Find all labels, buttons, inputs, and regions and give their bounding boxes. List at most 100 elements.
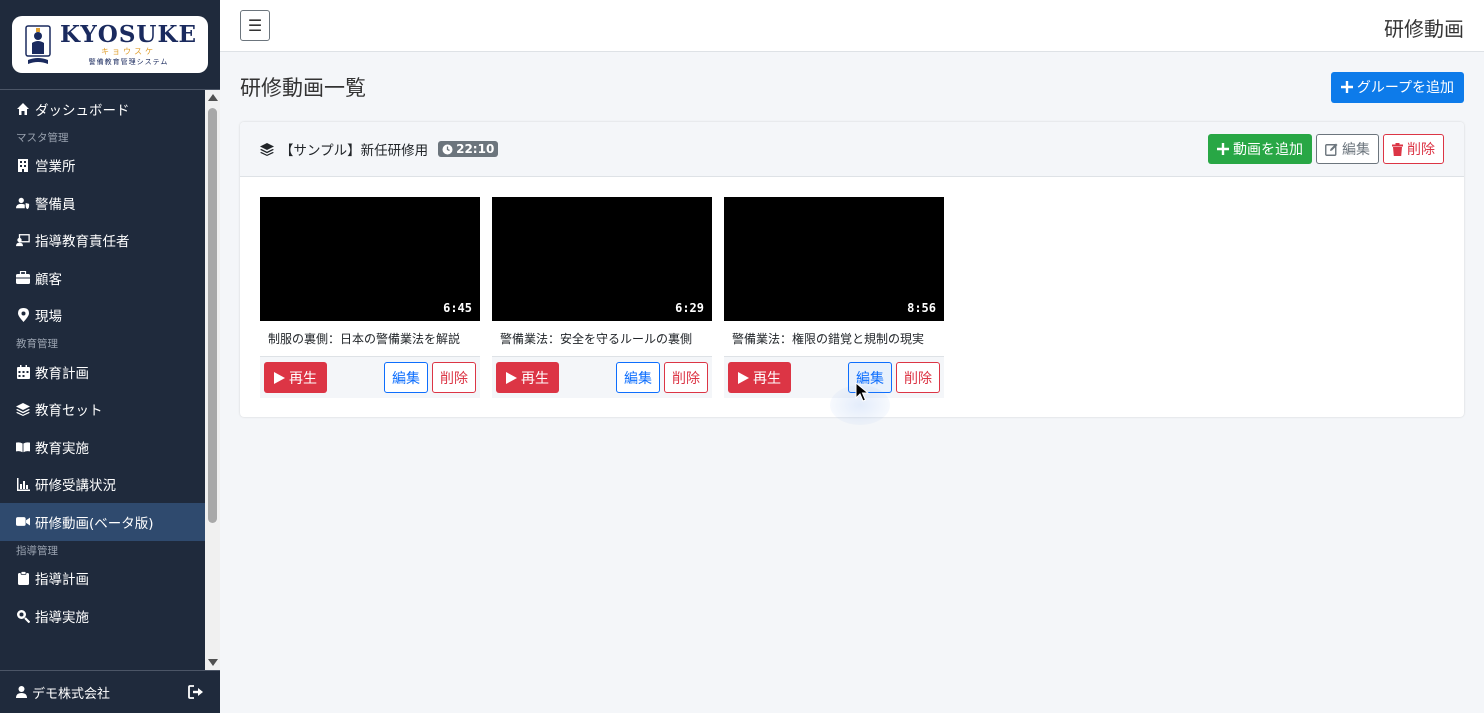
video-card: 6:29 警備業法：安全を守るルールの裏側 再生 編集 削除 — [492, 197, 712, 398]
sidebar-item-label: 教育セット — [35, 403, 103, 420]
edit-group-label: 編集 — [1342, 142, 1370, 158]
sidebar-item-sites[interactable]: 現場 — [0, 297, 205, 335]
brand-tagline: 警備教育管理システム — [88, 57, 169, 66]
mouse-cursor-icon — [855, 381, 871, 406]
section-guidance: 指導管理 — [16, 544, 58, 557]
scroll-thumb[interactable] — [208, 108, 217, 523]
sidebar-item-label: 営業所 — [35, 159, 76, 176]
sidebar-item-guards[interactable]: 警備員 — [0, 184, 205, 222]
video-list: 6:45 制服の裏側：日本の警備業法を解説 再生 編集 削除 6:29 警備業法… — [240, 177, 1464, 417]
delete-video-button[interactable]: 削除 — [896, 362, 940, 393]
main-content: 研修動画一覧 グループを追加 【サンプル】新任研修用 22:10 動画を追加 編… — [240, 52, 1464, 417]
plus-icon — [1217, 143, 1229, 155]
delete-group-button[interactable]: 削除 — [1383, 134, 1444, 164]
sidebar-item-edu-plan[interactable]: 教育計画 — [0, 353, 205, 391]
section-education: 教育管理 — [16, 338, 58, 350]
sidebar-item-guidance-plan[interactable]: 指導計画 — [0, 560, 205, 598]
play-button[interactable]: 再生 — [264, 362, 327, 393]
video-title: 警備業法：権限の錯覚と規制の現実 — [724, 321, 944, 357]
sidebar-item-dashboard[interactable]: ダッシュボード — [0, 90, 205, 128]
briefcase-icon — [16, 271, 30, 285]
play-button[interactable]: 再生 — [728, 362, 791, 393]
user-icon — [16, 686, 27, 698]
delete-video-button[interactable]: 削除 — [432, 362, 476, 393]
book-open-icon — [16, 440, 30, 454]
video-title: 制服の裏側：日本の警備業法を解説 — [260, 321, 480, 357]
sidebar: KYOSUKE キョウスケ 警備教育管理システム ダッシュボード マスタ管理 営… — [0, 0, 220, 713]
sidebar-item-guidance-exec[interactable]: 指導実施 — [0, 597, 205, 635]
page-title: 研修動画一覧 — [240, 76, 366, 100]
sidebar-item-edu-set[interactable]: 教育セット — [0, 391, 205, 429]
play-button[interactable]: 再生 — [496, 362, 559, 393]
video-card: 6:45 制服の裏側：日本の警備業法を解説 再生 編集 削除 — [260, 197, 480, 398]
scroll-up-arrow-icon[interactable] — [208, 94, 218, 101]
brand-kana: キョウスケ — [101, 46, 156, 56]
play-label: 再生 — [289, 370, 317, 387]
video-thumbnail[interactable]: 6:29 — [492, 197, 712, 321]
clipboard-icon — [16, 571, 30, 586]
trash-icon — [1392, 142, 1403, 156]
sidebar-item-label: 顧客 — [35, 271, 62, 288]
sidebar-nav: ダッシュボード マスタ管理 営業所 警備員 指導教育責任者 顧客 現場 教育管理… — [0, 90, 205, 670]
sidebar-item-label: 研修受講状況 — [35, 478, 116, 495]
sidebar-item-training-videos[interactable]: 研修動画(ベータ版) — [0, 503, 205, 541]
video-icon — [16, 515, 30, 529]
menu-toggle-button[interactable]: ☰ — [240, 10, 270, 41]
sidebar-item-label: 研修動画(ベータ版) — [35, 515, 154, 532]
add-video-label: 動画を追加 — [1233, 142, 1303, 158]
home-icon — [16, 102, 30, 116]
video-card: 8:56 警備業法：権限の錯覚と規制の現実 再生 編集 削除 — [724, 197, 944, 398]
video-thumbnail[interactable]: 8:56 — [724, 197, 944, 321]
chart-icon — [16, 477, 30, 491]
sidebar-item-instructors[interactable]: 指導教育責任者 — [0, 222, 205, 260]
sidebar-item-label: 教育実施 — [35, 440, 89, 457]
sidebar-item-office[interactable]: 営業所 — [0, 147, 205, 185]
map-pin-icon — [16, 308, 30, 323]
current-user[interactable]: デモ株式会社 — [16, 683, 110, 702]
play-icon — [506, 371, 517, 384]
sidebar-item-label: 現場 — [35, 309, 62, 326]
video-duration: 6:29 — [675, 301, 704, 315]
brand-logo[interactable]: KYOSUKE キョウスケ 警備教育管理システム — [12, 16, 208, 73]
sidebar-item-training-status[interactable]: 研修受講状況 — [0, 466, 205, 504]
plus-icon — [1340, 81, 1353, 93]
sidebar-item-label: 教育計画 — [35, 365, 89, 382]
scroll-down-arrow-icon[interactable] — [208, 659, 218, 666]
sidebar-item-label: ダッシュボード — [35, 102, 130, 119]
search-icon — [16, 609, 30, 623]
video-duration: 6:45 — [443, 301, 472, 315]
video-thumbnail[interactable]: 6:45 — [260, 197, 480, 321]
user-shield-icon — [16, 196, 30, 210]
building-icon — [16, 158, 30, 173]
delete-group-label: 削除 — [1407, 142, 1435, 158]
video-title: 警備業法：安全を守るルールの裏側 — [492, 321, 712, 357]
edit-video-button[interactable]: 編集 — [384, 362, 428, 393]
play-label: 再生 — [521, 370, 549, 387]
add-group-button[interactable]: グループを追加 — [1330, 71, 1464, 103]
sidebar-item-label: 指導実施 — [35, 609, 89, 626]
group-header: 【サンプル】新任研修用 22:10 動画を追加 編集 削除 — [240, 122, 1464, 177]
group-title: 【サンプル】新任研修用 — [280, 143, 429, 159]
sidebar-item-customers[interactable]: 顧客 — [0, 259, 205, 297]
layers-icon — [260, 142, 274, 156]
video-group-card: 【サンプル】新任研修用 22:10 動画を追加 編集 削除 6:45 制服の裏側… — [240, 122, 1464, 417]
section-master: マスタ管理 — [16, 131, 69, 144]
group-duration: 22:10 — [456, 142, 495, 156]
clock-icon — [442, 144, 453, 155]
chalkboard-teacher-icon — [16, 233, 30, 247]
video-duration: 8:56 — [907, 301, 936, 315]
sidebar-item-edu-exec[interactable]: 教育実施 — [0, 428, 205, 466]
play-icon — [274, 371, 285, 384]
add-video-button[interactable]: 動画を追加 — [1208, 134, 1312, 164]
sidebar-scrollbar[interactable] — [205, 90, 220, 670]
edit-icon — [1325, 143, 1338, 156]
header-title: 研修動画 — [1384, 17, 1464, 41]
edit-video-button[interactable]: 編集 — [616, 362, 660, 393]
layers-icon — [16, 402, 30, 416]
delete-video-button[interactable]: 削除 — [664, 362, 708, 393]
edit-group-button[interactable]: 編集 — [1316, 134, 1379, 164]
brand-name: KYOSUKE — [60, 20, 198, 48]
user-name: デモ株式会社 — [32, 686, 111, 702]
logout-icon[interactable] — [188, 685, 204, 699]
sidebar-item-label: 警備員 — [35, 196, 76, 213]
